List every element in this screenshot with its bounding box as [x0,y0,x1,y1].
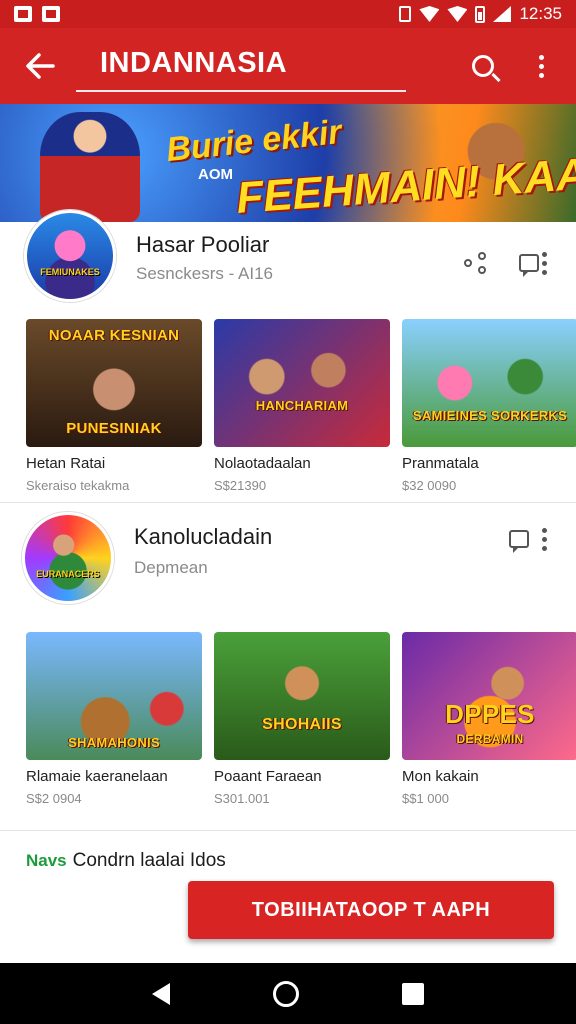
share-button[interactable] [458,246,492,280]
channel-name[interactable]: Kanolucladain [134,524,272,550]
video-row: SHAMAHONIS Rlamaie kaeranelaan S$2 0904 … [26,632,576,806]
notification-icon [14,6,32,22]
search-button[interactable] [454,37,512,95]
banner-hero-character [40,112,140,222]
video-title[interactable]: Pranmatala [402,455,576,472]
search-icon [472,55,494,77]
back-button[interactable] [0,28,80,104]
share-icon [464,252,486,274]
video-row: NOAAR KESNIAN PUNESINIAK Hetan Ratai Ske… [26,319,576,493]
channel-avatar[interactable]: EURANACERS [22,512,114,604]
video-thumbnail[interactable]: SHAMAHONIS [26,632,202,760]
wifi-signal-icon [447,6,468,22]
section-divider [0,830,576,831]
video-title[interactable]: Mon kakain [402,768,576,785]
video-card[interactable]: SHOHAIIS Poaant Faraean S301.001 [214,632,390,806]
video-meta: $$1 000 [402,791,449,806]
video-meta: $32 0090 [402,478,457,493]
video-thumbnail[interactable]: NOAAR KESNIAN PUNESINIAK [26,319,202,447]
section-title: Condrn laalai Idos [72,850,226,871]
news-tag: Navs [26,851,67,870]
video-card[interactable]: NOAAR KESNIAN PUNESINIAK Hetan Ratai Ske… [26,319,202,493]
battery-icon [475,5,486,23]
nav-home-icon[interactable] [272,980,299,1007]
video-meta: S$2 0904 [26,791,82,806]
system-nav-bar [0,963,576,1024]
video-meta: S$21390 [214,478,267,493]
banner-small-text: AOM [198,166,233,183]
video-card[interactable]: SHAMAHONIS Rlamaie kaeranelaan S$2 0904 [26,632,202,806]
comment-icon [509,530,529,553]
video-meta: Skeraiso tekakma [26,478,130,493]
more-vert-icon [538,54,544,78]
video-thumbnail[interactable]: DPPES DERBAMIN [402,632,576,760]
video-card[interactable]: HANCHARIAM Nolaotadaalan S$21390 [214,319,390,493]
video-title[interactable]: Nolaotadaalan [214,455,390,472]
status-bar: 12:35 [0,0,576,28]
video-thumbnail[interactable]: HANCHARIAM [214,319,390,447]
cell-signal-icon [493,6,512,22]
more-options-button[interactable] [512,37,570,95]
app-bar: INDANNASIA [0,28,576,104]
video-thumbnail[interactable]: SHOHAIIS [214,632,390,760]
section-header: Navs Condrn laalai Idos [26,850,226,872]
app-title[interactable]: INDANNASIA [76,41,406,92]
channel-subtitle: Sesnckesrs - AI16 [136,264,274,283]
channel-name[interactable]: Hasar Pooliar [136,232,269,258]
banner-headline: Burie ekkir [164,112,344,170]
more-vert-icon [541,251,547,275]
nav-back-icon[interactable] [151,982,170,1005]
video-thumbnail[interactable]: SAMIEINES SORKERKS [402,319,576,447]
video-title[interactable]: Poaant Faraean [214,768,390,785]
video-card[interactable]: SAMIEINES SORKERKS Pranmatala $32 0090 [402,319,576,493]
channel-avatar[interactable]: FEMIUNAKES [24,210,116,302]
status-time: 12:35 [519,4,562,23]
video-title[interactable]: Rlamaie kaeranelaan [26,768,202,785]
wifi-icon [419,6,440,22]
nav-recents-icon[interactable] [402,982,425,1005]
vibrate-icon [399,6,412,22]
more-options-button[interactable] [532,246,556,280]
cta-button[interactable]: TOBIIHATAOOP T AAPH [188,881,554,939]
arrow-left-icon [26,53,55,79]
comment-button[interactable] [502,522,536,556]
more-options-button[interactable] [532,522,556,556]
section-divider [0,502,576,503]
channel-subtitle: Depmean [134,558,208,577]
video-title[interactable]: Hetan Ratai [26,455,202,472]
video-meta: S301.001 [214,791,270,806]
video-card[interactable]: DPPES DERBAMIN Mon kakain $$1 000 [402,632,576,806]
more-vert-icon [541,527,547,551]
app-notification-icon [42,6,60,22]
promo-banner[interactable]: Burie ekkir AOM FEEHMAIN! KAAN! [0,104,576,222]
